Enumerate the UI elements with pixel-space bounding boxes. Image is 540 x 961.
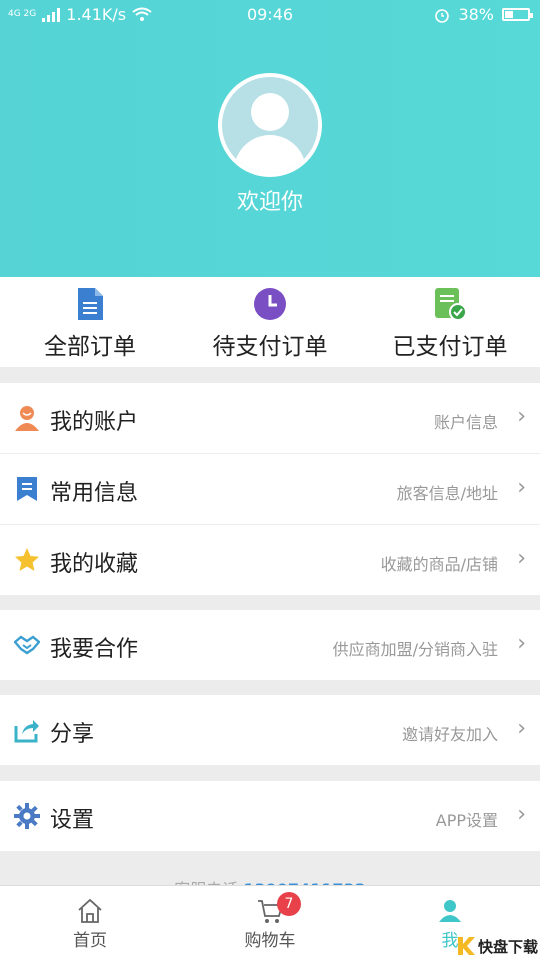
menu-title: 设置 (50, 808, 95, 833)
menu-title: 分享 (50, 722, 95, 747)
clock-icon (254, 288, 286, 320)
menu-subtitle: 旅客信息/地址 (396, 484, 498, 503)
document-icon (78, 288, 103, 320)
watermark-text: 快盘下载 (477, 937, 538, 956)
gear-icon (14, 803, 40, 829)
pending-orders-button[interactable]: 待支付订单 (180, 277, 360, 367)
k-logo-icon (457, 937, 475, 955)
star-icon (15, 548, 39, 571)
menu-title: 常用信息 (50, 481, 139, 506)
tab-label: 首页 (73, 931, 107, 951)
battery-percent: 38% (458, 5, 494, 24)
welcome-text: 欢迎你 (236, 190, 303, 215)
chevron-right-icon: › (517, 404, 526, 429)
watermark-logo: 快盘下载 (456, 935, 538, 957)
menu-item-favorites[interactable]: 我的收藏 收藏的商品/店铺 › (0, 525, 540, 595)
chevron-right-icon: › (517, 716, 526, 741)
tab-label: 购物车 (244, 931, 296, 951)
menu-item-share[interactable]: 分享 邀请好友加入 › (0, 695, 540, 765)
menu-subtitle: APP设置 (435, 811, 498, 830)
chevron-right-icon: › (517, 631, 526, 656)
handshake-icon (14, 635, 40, 655)
person-icon (439, 900, 461, 922)
share-icon (14, 720, 39, 743)
menu-item-settings[interactable]: 设置 APP设置 › (0, 781, 540, 851)
menu-item-common-info[interactable]: 常用信息 旅客信息/地址 › (0, 454, 540, 524)
menu-item-cooperation[interactable]: 我要合作 供应商加盟/分销商入驻 › (0, 610, 540, 680)
chevron-right-icon: › (517, 475, 526, 500)
status-bar: 4G 2G 1.41K/s 09:46 38% (0, 0, 540, 30)
tab-home[interactable]: 首页 (0, 886, 180, 961)
menu-subtitle: 供应商加盟/分销商入驻 (332, 640, 498, 659)
menu-item-account[interactable]: 我的账户 账户信息 › (0, 383, 540, 453)
menu-title: 我的账户 (50, 410, 139, 435)
paid-document-icon (435, 288, 467, 321)
avatar[interactable] (218, 73, 322, 177)
profile-header: 4G 2G 1.41K/s 09:46 38% 欢迎你 (0, 0, 540, 277)
menu-title: 我要合作 (50, 637, 139, 662)
order-label: 已支付订单 (392, 334, 508, 360)
cart-badge: 7 (277, 892, 301, 916)
bottom-tab-bar: 首页 7 购物车 我 快盘下载 (0, 885, 540, 961)
tab-cart[interactable]: 7 购物车 (180, 886, 360, 961)
chevron-right-icon: › (517, 546, 526, 571)
clock-time: 09:46 (246, 5, 294, 24)
menu-subtitle: 收藏的商品/店铺 (380, 555, 498, 574)
user-icon (15, 406, 39, 431)
paid-orders-button[interactable]: 已支付订单 (360, 277, 540, 367)
menu-subtitle: 账户信息 (433, 413, 498, 432)
bookmark-icon (17, 477, 37, 501)
order-label: 待支付订单 (212, 334, 328, 360)
battery-icon (502, 8, 533, 21)
alarm-icon (435, 8, 450, 23)
chevron-right-icon: › (517, 802, 526, 827)
order-label: 全部订单 (44, 334, 136, 360)
all-orders-button[interactable]: 全部订单 (0, 277, 180, 367)
home-icon (78, 898, 102, 923)
order-shortcuts: 全部订单 待支付订单 已支付订单 (0, 277, 540, 367)
menu-subtitle: 邀请好友加入 (401, 725, 498, 744)
menu-title: 我的收藏 (50, 552, 139, 577)
